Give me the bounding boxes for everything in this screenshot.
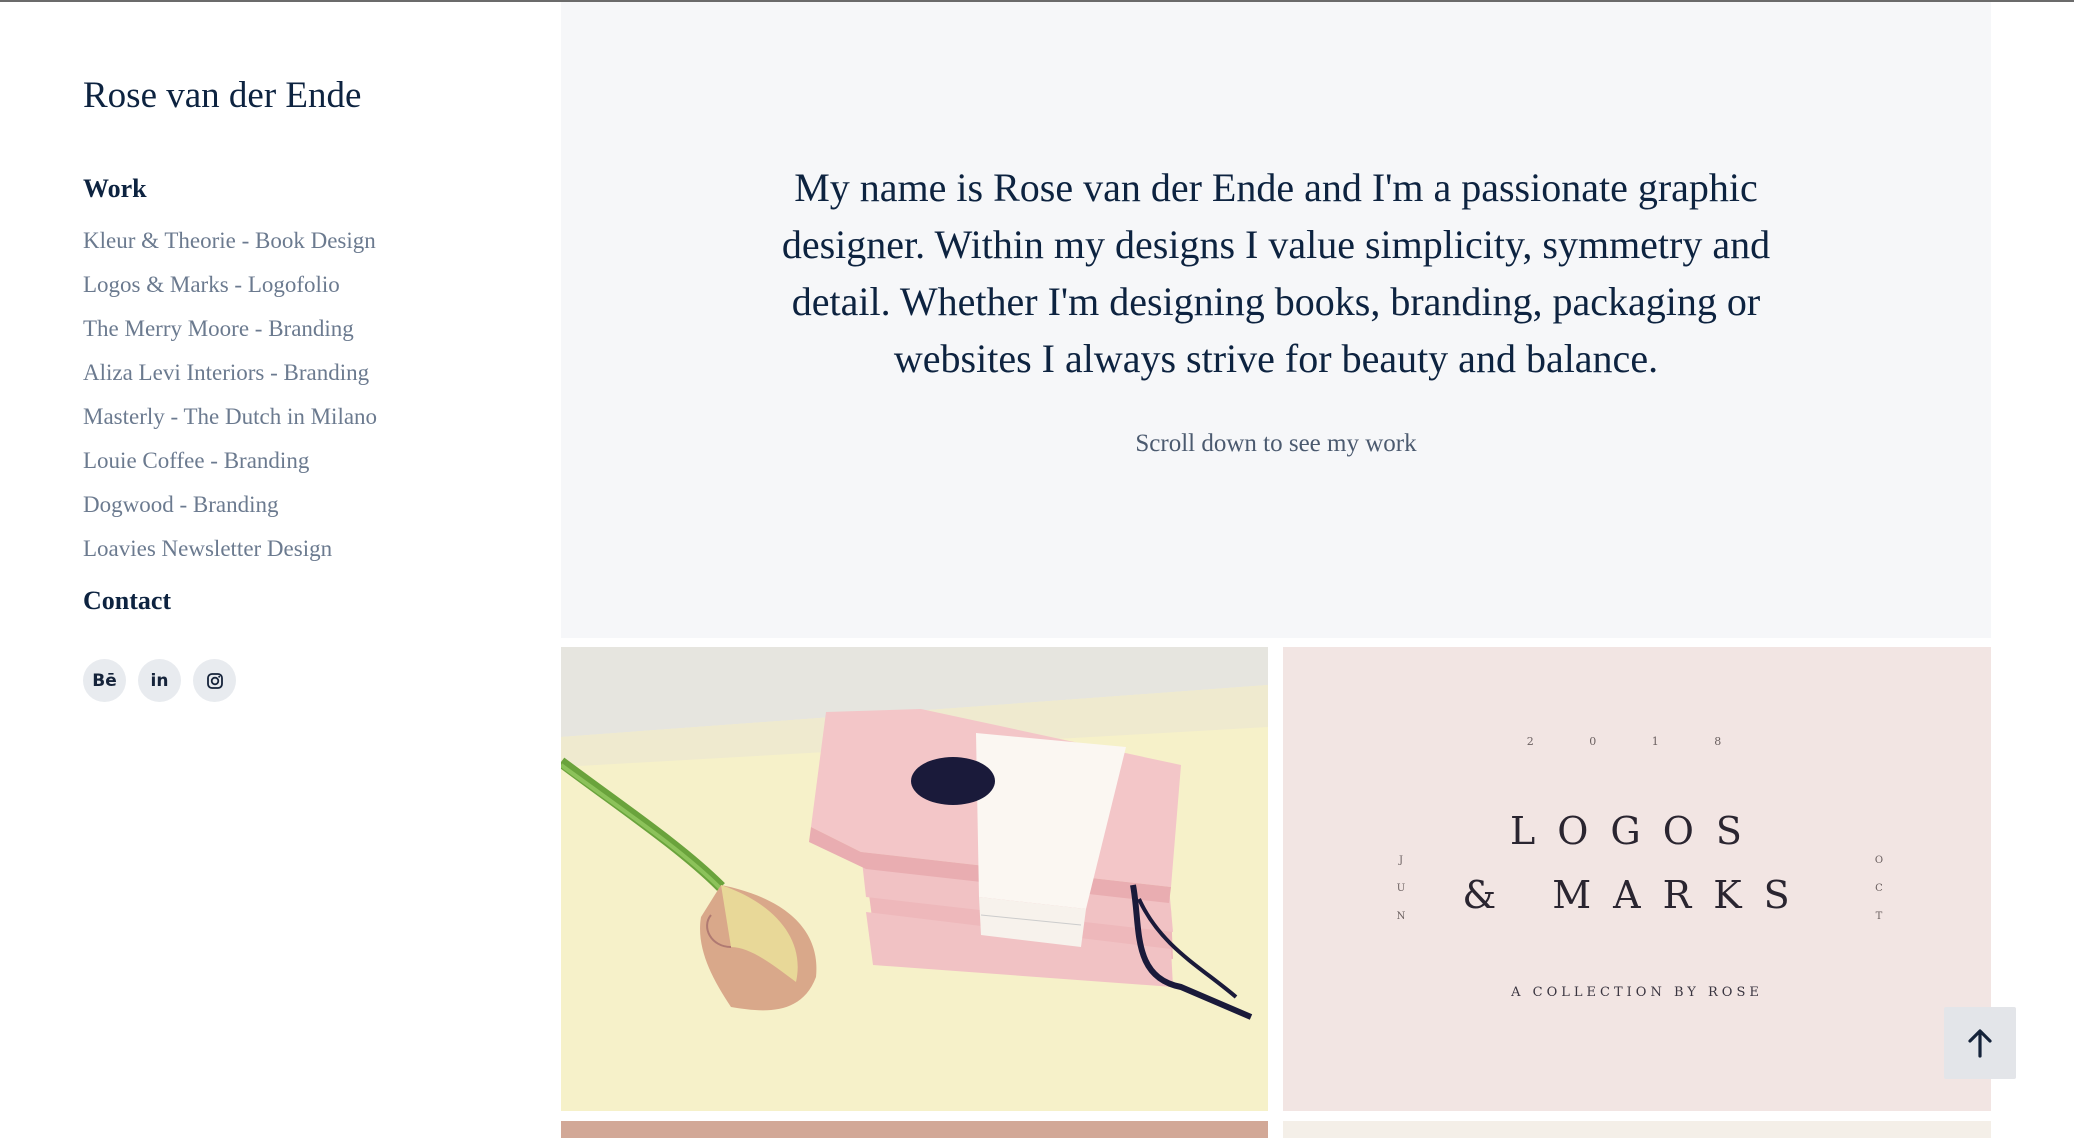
nav-item-aliza-levi[interactable]: Aliza Levi Interiors - Branding — [83, 360, 377, 404]
logo-subtitle: A COLLECTION BY ROSE — [1511, 985, 1763, 1000]
arrow-up-icon — [1968, 1029, 1992, 1058]
social-links: Bē in — [83, 659, 236, 702]
work-nav-list: Kleur & Theorie - Book Design Logos & Ma… — [83, 228, 377, 580]
book-photo — [561, 647, 1268, 1111]
nav-item-dogwood[interactable]: Dogwood - Branding — [83, 492, 377, 536]
back-to-top-button[interactable] — [1944, 1007, 2016, 1079]
nav-item-louie-coffee[interactable]: Louie Coffee - Branding — [83, 448, 377, 492]
linkedin-button[interactable]: in — [138, 659, 181, 702]
logo-side-right: OCT — [1874, 855, 1884, 922]
logo-side-left: JUN — [1396, 855, 1406, 922]
work-heading[interactable]: Work — [83, 174, 147, 204]
nav-item-masterly[interactable]: Masterly - The Dutch in Milano — [83, 404, 377, 448]
behance-icon: Bē — [92, 670, 117, 691]
intro-panel: My name is Rose van der Ende and I'm a p… — [561, 2, 1991, 638]
nav-item-merry-moore[interactable]: The Merry Moore - Branding — [83, 316, 377, 360]
instagram-icon — [206, 672, 223, 689]
scroll-hint: Scroll down to see my work — [1135, 430, 1417, 457]
linkedin-icon: in — [150, 670, 169, 691]
nav-item-kleur-theorie[interactable]: Kleur & Theorie - Book Design — [83, 228, 377, 272]
project-tile-next-left[interactable] — [561, 1121, 1268, 1138]
intro-text: My name is Rose van der Ende and I'm a p… — [781, 165, 1771, 381]
sidebar: Rose van der Ende Work Kleur & Theorie -… — [0, 2, 560, 1138]
instagram-button[interactable] — [193, 659, 236, 702]
logo-year: 2 0 1 8 — [1526, 735, 1748, 748]
site-title[interactable]: Rose van der Ende — [83, 74, 361, 117]
project-tile-kleur-theorie[interactable] — [561, 647, 1268, 1111]
contact-heading[interactable]: Contact — [83, 586, 171, 616]
nav-item-loavies[interactable]: Loavies Newsletter Design — [83, 536, 377, 580]
project-tile-logos-marks[interactable]: 2 0 1 8 LOGOS & MARKS A COLLECTION BY RO… — [1283, 647, 1991, 1111]
behance-button[interactable]: Bē — [83, 659, 126, 702]
project-tile-next-right[interactable] — [1283, 1121, 1991, 1138]
nav-item-logos-marks[interactable]: Logos & Marks - Logofolio — [83, 272, 377, 316]
